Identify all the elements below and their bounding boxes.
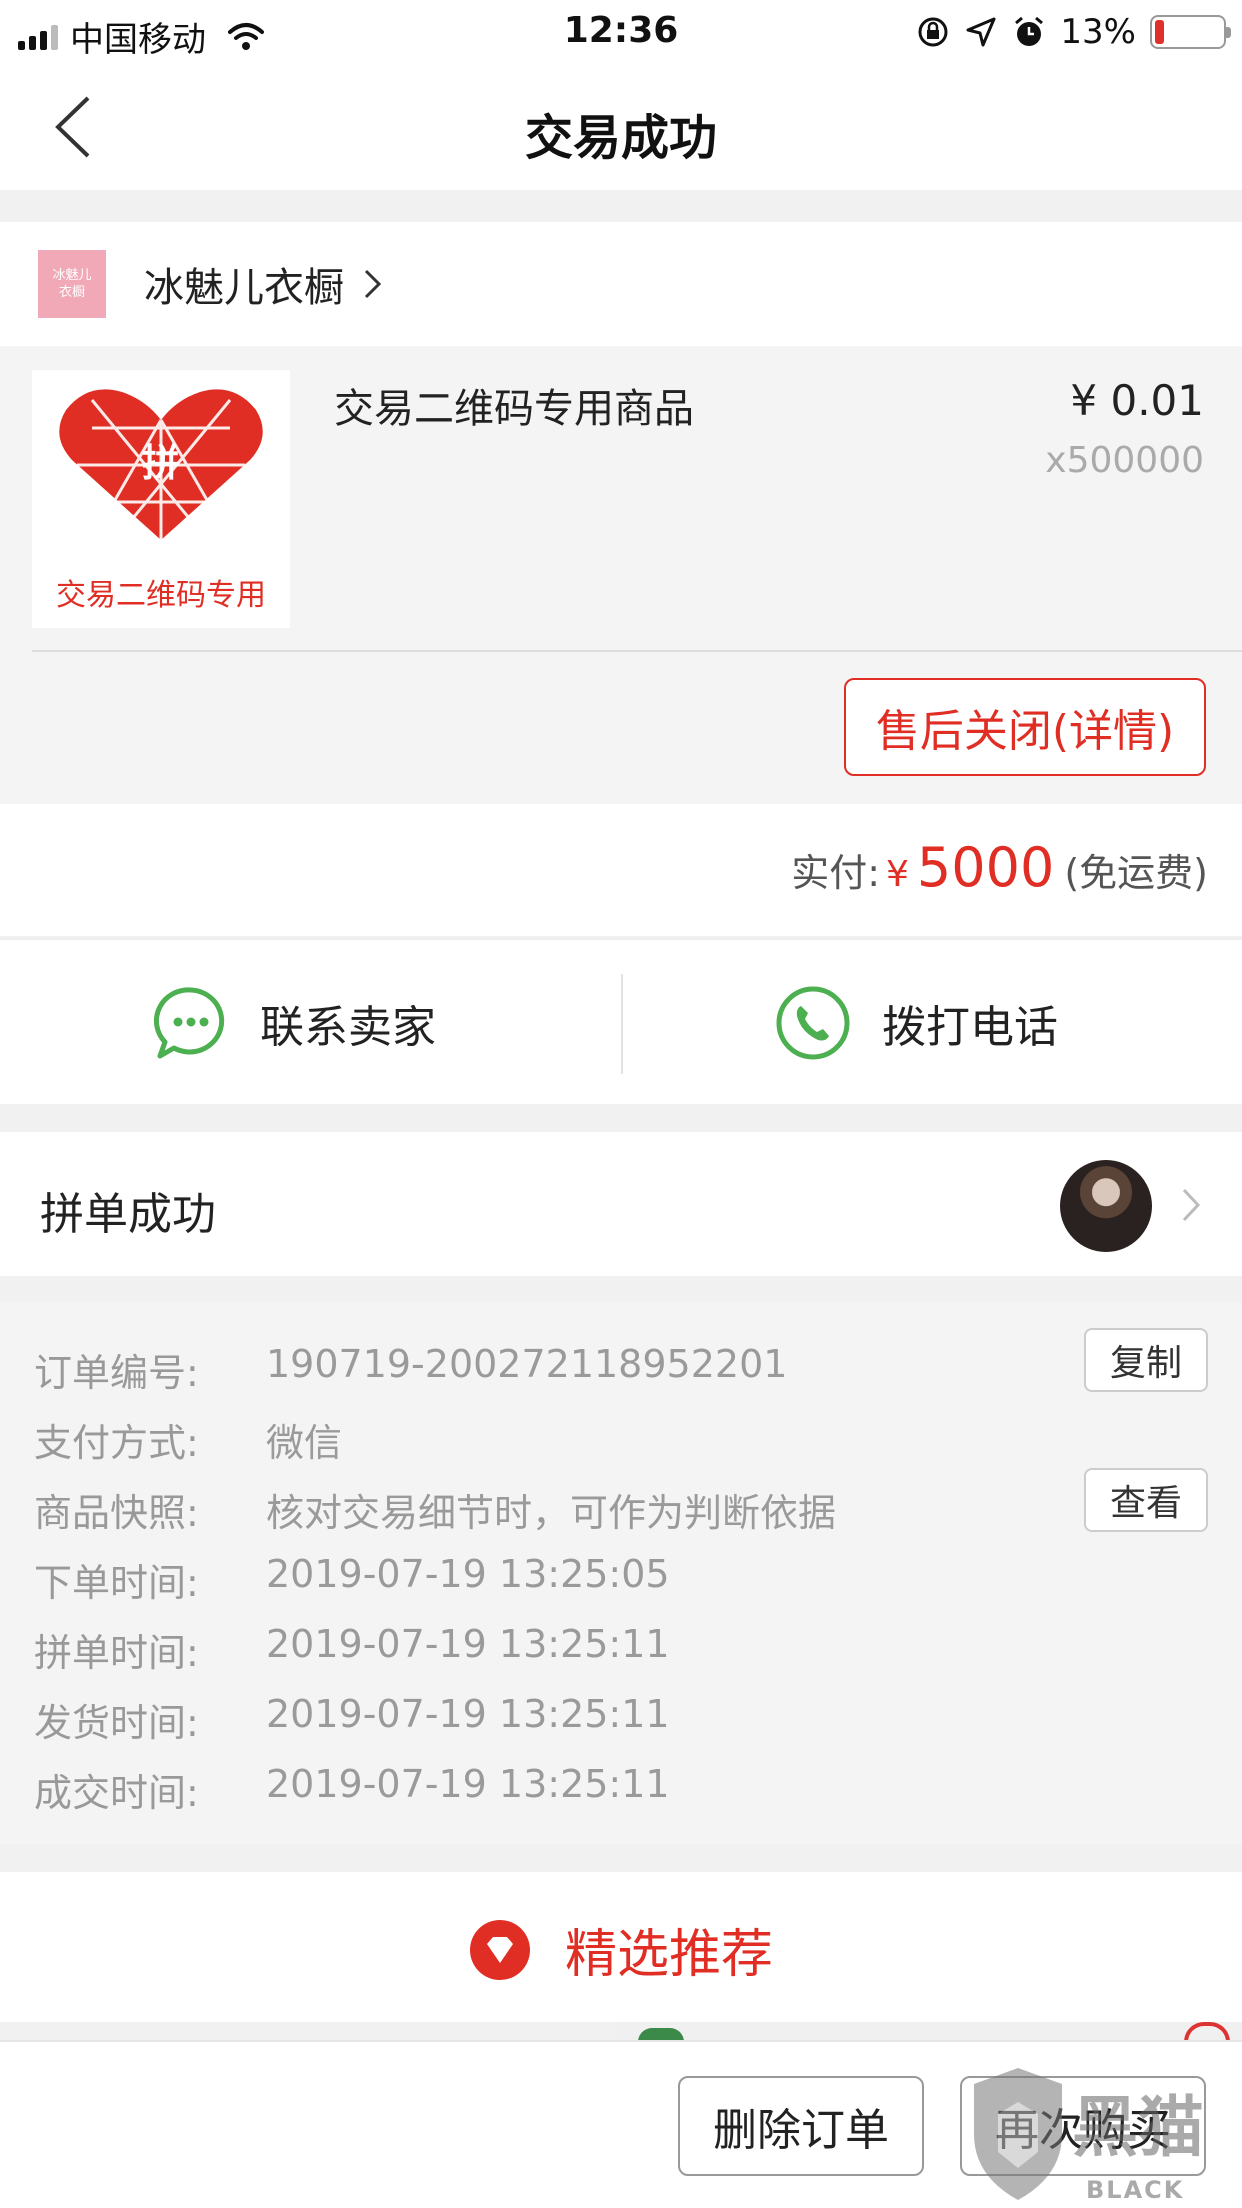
nav-bar: 交易成功 (0, 62, 1242, 190)
group-status-row[interactable]: 拼单成功 (0, 1132, 1242, 1276)
shop-header[interactable]: 冰魅儿 衣橱 冰魅儿衣橱 (0, 222, 1242, 346)
product-thumbnail: 拼 交易二维码专用 (32, 370, 290, 628)
detail-row-snapshot: 商品快照: 核对交易细节时，可作为判断依据 (34, 1482, 836, 1537)
view-snapshot-button[interactable]: 查看 (1084, 1468, 1208, 1532)
logo-center-char: 拼 (142, 441, 180, 485)
product-quantity: x500000 (1045, 440, 1204, 481)
group-status-label: 拼单成功 (40, 1189, 216, 1240)
chevron-right-icon (1182, 1188, 1201, 1222)
rotation-lock-icon (918, 17, 948, 47)
pinduoduo-heart-logo: 拼 (59, 389, 263, 541)
ship-time: 2019-07-19 13:25:11 (266, 1692, 670, 1736)
detail-key: 下单时间: (34, 1561, 199, 1605)
detail-row-ship-time: 发货时间: 2019-07-19 13:25:11 (34, 1692, 670, 1747)
status-bar: 中国移动 12:36 13% (0, 0, 1242, 62)
location-icon (966, 17, 996, 47)
phone-icon (776, 986, 850, 1060)
watermark-text: 黑猫 (1072, 2089, 1204, 2166)
shop-name: 冰魅儿衣橱 (144, 265, 344, 311)
after-sale-button[interactable]: 售后关闭(详情) (844, 678, 1206, 776)
product-item[interactable]: 拼 交易二维码专用 交易二维码专用商品 ¥ 0.01 x500000 售后关闭(… (0, 346, 1242, 804)
detail-key: 发货时间: (34, 1701, 199, 1745)
chevron-right-icon (364, 269, 382, 299)
shipping-note: (免运费) (1064, 851, 1208, 895)
detail-key: 商品快照: (34, 1491, 199, 1535)
battery-percent: 13% (1060, 12, 1136, 52)
call-phone-button[interactable]: 拨打电话 (774, 940, 1058, 1106)
order-number: 190719-200272118952201 (266, 1342, 788, 1386)
divider (32, 650, 1242, 652)
recommend-title: 精选推荐 (564, 1925, 773, 1985)
call-phone-label: 拨打电话 (882, 1002, 1058, 1053)
diamond-badge-icon (469, 1919, 530, 1980)
divider (621, 974, 623, 1074)
detail-row-deal-time: 成交时间: 2019-07-19 13:25:11 (34, 1762, 670, 1817)
detail-key: 订单编号: (34, 1351, 199, 1395)
contact-seller-button[interactable]: 联系卖家 (152, 940, 436, 1106)
detail-row-order-number: 订单编号: 190719-200272118952201 (34, 1342, 787, 1397)
order-details: 订单编号: 190719-200272118952201 复制 支付方式: 微信… (0, 1302, 1242, 1844)
paid-amount: 5000 (916, 836, 1055, 899)
copy-button[interactable]: 复制 (1084, 1328, 1208, 1392)
recommend-header: 精选推荐 (0, 1872, 1242, 2022)
order-time: 2019-07-19 13:25:05 (266, 1552, 670, 1596)
product-price: ¥ 0.01 (1070, 376, 1204, 425)
paid-label: 实付: (791, 851, 880, 895)
recommend-preview-strip (616, 2022, 1242, 2042)
paid-currency: ¥ (886, 854, 909, 895)
snapshot-hint: 核对交易细节时，可作为判断依据 (266, 1491, 837, 1535)
watermark-subtext: BLACK CAT (1086, 2176, 1185, 2208)
page-title: 交易成功 (524, 110, 717, 166)
battery-icon (1150, 15, 1231, 49)
group-time: 2019-07-19 13:25:11 (266, 1622, 670, 1666)
shop-logo: 冰魅儿 衣橱 (38, 250, 106, 318)
payment-method: 微信 (266, 1421, 343, 1465)
detail-key: 成交时间: (34, 1771, 199, 1815)
chat-bubble-icon (153, 987, 225, 1059)
black-cat-watermark: 黑猫 BLACK CAT (968, 2064, 1242, 2208)
detail-key: 支付方式: (34, 1421, 199, 1465)
contact-actions: 联系卖家 拨打电话 (0, 938, 1242, 1104)
deal-time: 2019-07-19 13:25:11 (266, 1762, 670, 1806)
product-name: 交易二维码专用商品 (334, 386, 694, 432)
detail-row-group-time: 拼单时间: 2019-07-19 13:25:11 (34, 1622, 670, 1677)
payment-summary: 实付: ¥ 5000 (免运费) (0, 804, 1242, 936)
detail-row-payment-method: 支付方式: 微信 (34, 1412, 342, 1467)
alarm-icon (1015, 16, 1044, 46)
contact-seller-label: 联系卖家 (260, 1002, 436, 1053)
thumbnail-caption: 交易二维码专用 (56, 578, 266, 613)
avatar (1060, 1160, 1152, 1252)
detail-key: 拼单时间: (34, 1631, 199, 1675)
delete-order-button[interactable]: 删除订单 (678, 2076, 924, 2176)
shield-logo-icon (974, 2068, 1062, 2200)
detail-row-order-time: 下单时间: 2019-07-19 13:25:05 (34, 1552, 670, 1607)
